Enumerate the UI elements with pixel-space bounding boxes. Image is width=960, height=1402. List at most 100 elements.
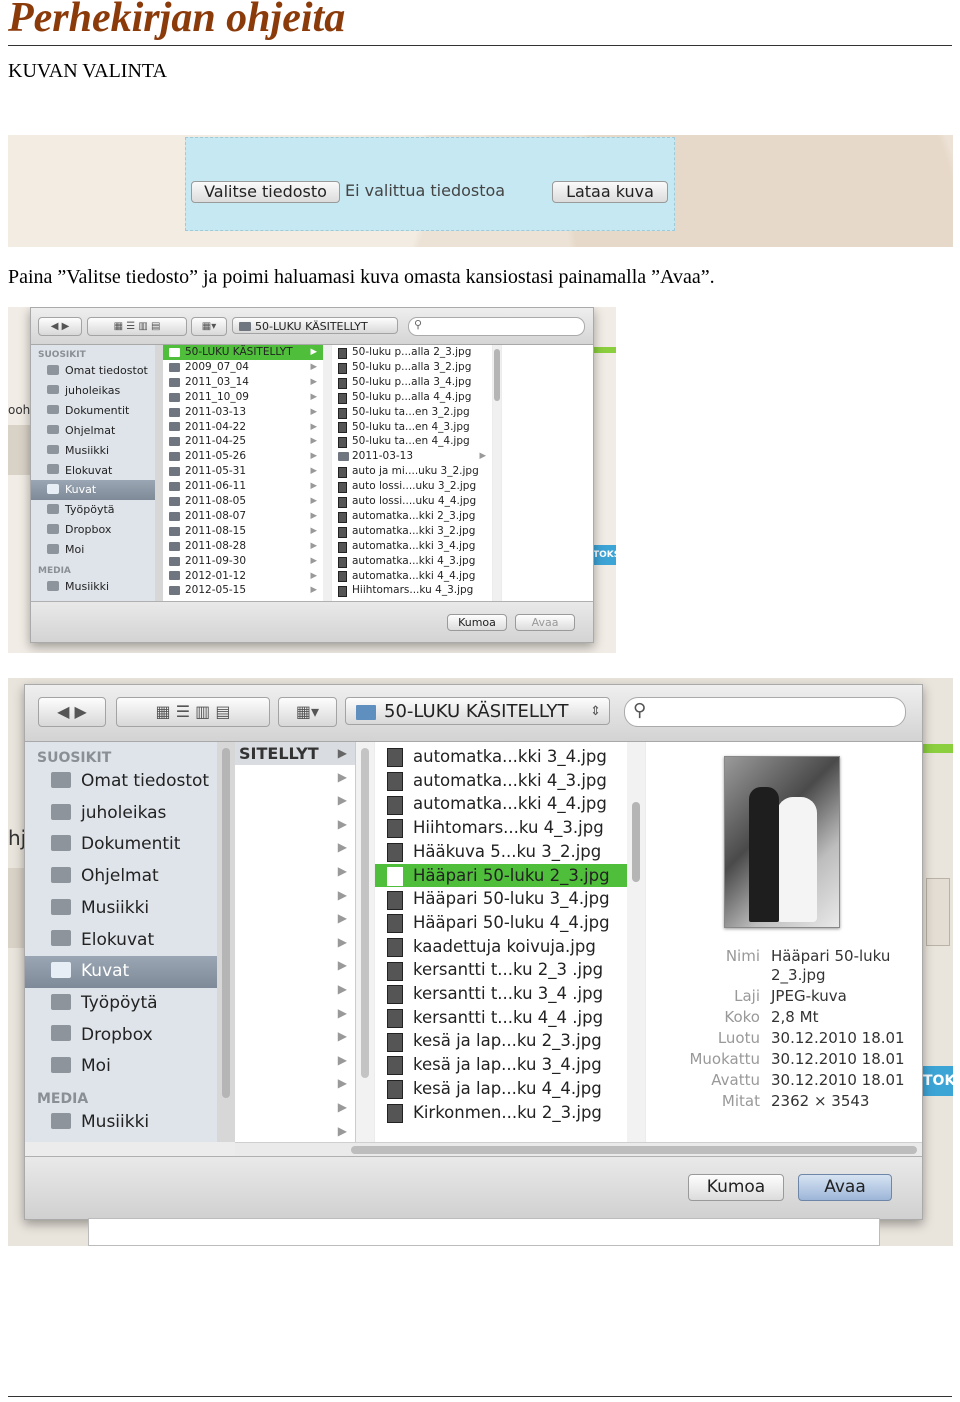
file-row[interactable]: Hääpari 50-luku 4_4.jpg bbox=[375, 911, 627, 935]
arrange-button[interactable]: ▦▾ bbox=[191, 317, 227, 336]
sidebar-item-työpöytä[interactable]: Työpöytä bbox=[31, 500, 155, 520]
folder-row[interactable]: 50-LUKU KÄSITELLYT ▶ bbox=[163, 345, 323, 360]
view-mode-buttons[interactable]: ▦ ☰ ▥ ▤ bbox=[116, 697, 270, 727]
sidebar-item-elokuvat[interactable]: Elokuvat bbox=[31, 461, 155, 481]
file-row[interactable]: auto lossi....uku 3_2.jpg bbox=[332, 479, 492, 494]
folder-row[interactable]: 2011-04-25 ▶ bbox=[163, 434, 323, 449]
file-row[interactable]: automatka...kki 2_3.jpg bbox=[332, 509, 492, 524]
open-button[interactable]: Avaa bbox=[798, 1174, 892, 1201]
folder-row[interactable]: 2011-08-28 ▶ bbox=[163, 539, 323, 554]
view-mode-buttons[interactable]: ▦ ☰ ▥ ▤ bbox=[87, 317, 187, 336]
sidebar-item-musiikki[interactable]: Musiikki bbox=[25, 893, 217, 925]
sidebar-item-ohjelmat[interactable]: Ohjelmat bbox=[25, 861, 217, 893]
sidebar-item-dokumentit[interactable]: Dokumentit bbox=[25, 829, 217, 861]
folder-row[interactable]: 2012-01-12 ▶ bbox=[163, 569, 323, 584]
file-row[interactable]: kesä ja lap...ku 3_4.jpg bbox=[375, 1053, 627, 1077]
upload-image-button[interactable]: Lataa kuva bbox=[552, 181, 668, 203]
open-button[interactable]: Avaa bbox=[515, 614, 575, 631]
search-input[interactable]: ⚲ bbox=[624, 697, 906, 727]
file-row[interactable]: auto lossi....uku 4_4.jpg bbox=[332, 494, 492, 509]
scroll-thumb[interactable] bbox=[361, 748, 369, 1078]
search-input[interactable]: ⚲ bbox=[408, 317, 585, 336]
location-popup[interactable]: 50-LUKU KÄSITELLYT bbox=[232, 317, 398, 334]
file-row[interactable]: auto ja mi....uku 3_2.jpg bbox=[332, 464, 492, 479]
file-row[interactable]: 50-luku p...alla 4_4.jpg bbox=[332, 390, 492, 405]
sidebar-item-elokuvat[interactable]: Elokuvat bbox=[25, 925, 217, 957]
file-row[interactable]: Hääpari 50-luku 3_4.jpg bbox=[375, 887, 627, 911]
scroll-thumb[interactable] bbox=[351, 1146, 917, 1154]
folder-row[interactable]: 2011-06-11 ▶ bbox=[163, 479, 323, 494]
file-row[interactable]: Hiihtomars...ku 4_3.jpg bbox=[375, 816, 627, 840]
folder-row[interactable]: 2011-04-22 ▶ bbox=[163, 420, 323, 435]
folder-row[interactable]: 2012-05-15 ▶ bbox=[163, 583, 323, 598]
file-row[interactable]: kersantti t...ku 2_3 .jpg bbox=[375, 958, 627, 982]
sidebar-item-dropbox[interactable]: Dropbox bbox=[31, 520, 155, 540]
file-row[interactable]: 50-luku ta...en 4_4.jpg bbox=[332, 434, 492, 449]
file-row[interactable]: kesä ja lap...ku 2_3.jpg bbox=[375, 1029, 627, 1053]
file-row[interactable]: automatka...kki 3_4.jpg bbox=[332, 539, 492, 554]
file-row[interactable]: 50-luku ta...en 3_2.jpg bbox=[332, 405, 492, 420]
folder-row[interactable]: 2011-03-13 ▶ bbox=[163, 405, 323, 420]
folder-row[interactable]: 2011-05-26 ▶ bbox=[163, 449, 323, 464]
file-row[interactable]: automatka...kki 4_4.jpg bbox=[375, 792, 627, 816]
file-row[interactable]: kesä ja lap...ku 4_4.jpg bbox=[375, 1077, 627, 1101]
file-row[interactable]: automatka...kki 3_2.jpg bbox=[332, 524, 492, 539]
sidebar-item-musiikki[interactable]: Musiikki bbox=[25, 1107, 217, 1139]
file-row[interactable]: Kirkonmen...ku 2_3.jpg bbox=[375, 1101, 627, 1125]
sidebar-scrollbar[interactable] bbox=[155, 345, 163, 601]
sidebar-scrollbar[interactable] bbox=[217, 742, 235, 1142]
folder-row[interactable]: 2011-08-07 ▶ bbox=[163, 509, 323, 524]
sidebar-item-kuvat[interactable]: Kuvat bbox=[25, 956, 217, 988]
folder-row[interactable]: 2009_07_04 ▶ bbox=[163, 360, 323, 375]
location-popup[interactable]: 50-LUKU KÄSITELLYT ⇕ bbox=[345, 697, 610, 725]
scroll-thumb[interactable] bbox=[222, 748, 230, 1098]
arrange-button[interactable]: ▦▾ bbox=[278, 697, 337, 727]
sidebar-item-juholeikas[interactable]: juholeikas bbox=[31, 381, 155, 401]
folder-column-scrollbar[interactable] bbox=[323, 345, 331, 601]
folder-row[interactable]: 2011_03_14 ▶ bbox=[163, 375, 323, 390]
folder-row[interactable]: 2011-05-31 ▶ bbox=[163, 464, 323, 479]
folder-column-scrollbar[interactable] bbox=[356, 742, 374, 1142]
back-forward-buttons[interactable]: ◀ ▶ bbox=[38, 697, 106, 727]
scroll-thumb[interactable] bbox=[494, 349, 500, 401]
sidebar-item-dropbox[interactable]: Dropbox bbox=[25, 1020, 217, 1052]
file-row[interactable]: 50-luku p...alla 2_3.jpg bbox=[332, 345, 492, 360]
sidebar-item-työpöytä[interactable]: Työpöytä bbox=[25, 988, 217, 1020]
sidebar-item-omat-tiedostot[interactable]: Omat tiedostot bbox=[31, 361, 155, 381]
back-forward-buttons[interactable]: ◀ ▶ bbox=[38, 317, 82, 336]
cancel-button[interactable]: Kumoa bbox=[447, 614, 507, 631]
file-row[interactable]: kersantti t...ku 4_4 .jpg bbox=[375, 1006, 627, 1030]
file-row[interactable]: Hääkuva 5...ku 3_2.jpg bbox=[375, 840, 627, 864]
file-row[interactable]: 50-luku p...alla 3_4.jpg bbox=[332, 375, 492, 390]
file-column-scrollbar[interactable] bbox=[627, 742, 645, 1142]
folder-row[interactable]: 2011-09-30 ▶ bbox=[163, 554, 323, 569]
file-column-scrollbar[interactable] bbox=[493, 345, 501, 601]
folder-row[interactable]: 2011-08-05 ▶ bbox=[163, 494, 323, 509]
horizontal-scrollbar[interactable] bbox=[235, 1142, 922, 1157]
sidebar-item-musiikki[interactable]: Musiikki bbox=[31, 441, 155, 461]
cancel-button[interactable]: Kumoa bbox=[688, 1174, 784, 1201]
choose-file-button[interactable]: Valitse tiedosto bbox=[191, 181, 340, 203]
file-row[interactable]: Hiihtomars...ku 4_3.jpg bbox=[332, 583, 492, 598]
file-row[interactable]: 50-luku p...alla 3_2.jpg bbox=[332, 360, 492, 375]
file-row[interactable]: automatka...kki 4_3.jpg bbox=[375, 769, 627, 793]
file-row[interactable]: automatka...kki 3_4.jpg bbox=[375, 745, 627, 769]
sidebar-item-musiikki[interactable]: Musiikki bbox=[31, 577, 155, 597]
sidebar-item-omat-tiedostot[interactable]: Omat tiedostot bbox=[25, 766, 217, 798]
file-row[interactable]: 50-luku ta...en 4_3.jpg bbox=[332, 420, 492, 435]
sidebar-item-moi[interactable]: Moi bbox=[31, 540, 155, 560]
folder-row[interactable]: 2011-08-15 ▶ bbox=[163, 524, 323, 539]
file-row[interactable]: kaadettuja koivuja.jpg bbox=[375, 935, 627, 959]
file-row[interactable]: Hääpari 50-luku 2_3.jpg bbox=[375, 863, 627, 888]
file-row[interactable]: 2011-03-13 ▶ bbox=[332, 449, 492, 464]
folder-row[interactable]: 2011_10_09 ▶ bbox=[163, 390, 323, 405]
sidebar-item-kuvat[interactable]: Kuvat bbox=[31, 480, 155, 501]
sidebar-item-juholeikas[interactable]: juholeikas bbox=[25, 798, 217, 830]
file-row[interactable]: automatka...kki 4_4.jpg bbox=[332, 569, 492, 584]
file-row[interactable]: kersantti t...ku 3_4 .jpg bbox=[375, 982, 627, 1006]
sidebar-item-ohjelmat[interactable]: Ohjelmat bbox=[31, 421, 155, 441]
file-row[interactable]: automatka...kki 4_3.jpg bbox=[332, 554, 492, 569]
sidebar-item-moi[interactable]: Moi bbox=[25, 1051, 217, 1083]
scroll-thumb[interactable] bbox=[632, 802, 640, 882]
sidebar-item-dokumentit[interactable]: Dokumentit bbox=[31, 401, 155, 421]
